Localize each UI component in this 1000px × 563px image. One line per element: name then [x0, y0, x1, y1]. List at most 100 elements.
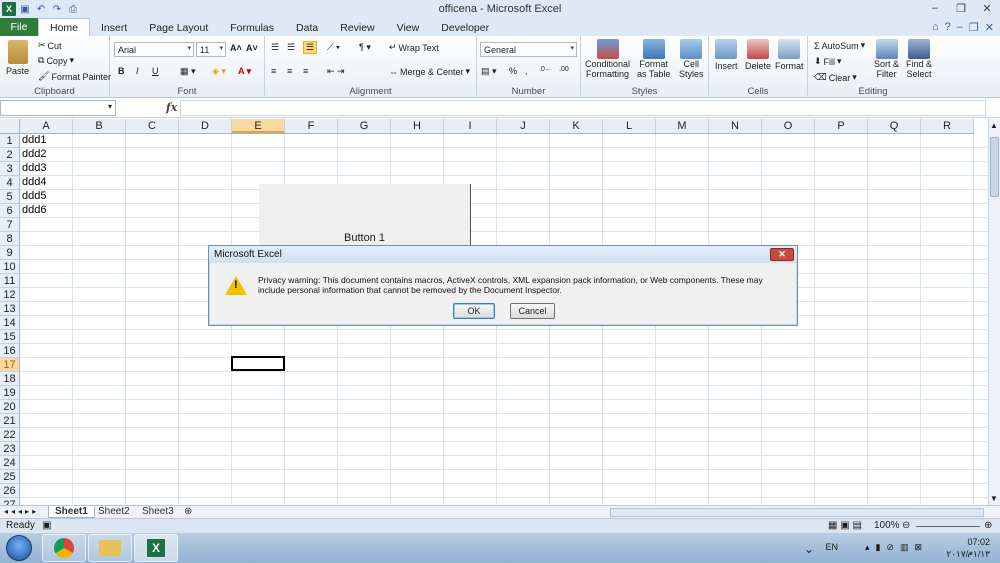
start-button-icon[interactable]: [6, 535, 32, 561]
cancel-button[interactable]: Cancel: [510, 303, 555, 319]
zoom-out-icon[interactable]: ⊖: [902, 519, 910, 533]
insert-cells-button[interactable]: Insert: [715, 39, 738, 71]
tab-formulas[interactable]: Formulas: [219, 19, 285, 36]
doc-minimize-icon[interactable]: –: [957, 21, 963, 33]
insert-sheet-icon[interactable]: ⊕: [178, 506, 198, 518]
column-header[interactable]: N: [709, 119, 762, 133]
language-indicator[interactable]: EN: [825, 542, 838, 552]
column-header[interactable]: B: [73, 119, 126, 133]
minimize-icon[interactable]: –: [922, 0, 948, 16]
font-size-combo[interactable]: 11 ▾: [196, 42, 226, 57]
row-header[interactable]: 22: [0, 428, 20, 442]
fill-color-button[interactable]: ◈ ▾: [212, 66, 226, 77]
bold-button[interactable]: B: [118, 66, 125, 76]
grow-font-button[interactable]: A˄: [230, 43, 242, 53]
column-header[interactable]: A: [20, 119, 73, 133]
row-header[interactable]: 13: [0, 302, 20, 316]
row-header[interactable]: 17: [0, 358, 20, 372]
cell-styles-button[interactable]: Cell Styles: [679, 39, 704, 79]
cell-a4[interactable]: ddd4: [22, 176, 46, 188]
column-header[interactable]: Q: [868, 119, 921, 133]
underline-button[interactable]: U: [152, 66, 159, 76]
clock-date[interactable]: ۲۰۱۷/۰۱/۱۳: [946, 549, 990, 560]
clear-button[interactable]: ⌫ Clear ▾: [814, 72, 857, 83]
row-header[interactable]: 10: [0, 260, 20, 274]
row-header[interactable]: 18: [0, 372, 20, 386]
view-buttons[interactable]: ▦ ▣ ▤: [828, 519, 862, 533]
taskbar-explorer[interactable]: [88, 534, 132, 562]
increase-decimal-button[interactable]: .0←: [539, 66, 552, 73]
cell-a6[interactable]: ddd6: [22, 204, 46, 216]
sheet-nav-arrows-icon[interactable]: ◂◂◂▸▸: [4, 507, 39, 516]
column-header[interactable]: P: [815, 119, 868, 133]
column-header[interactable]: I: [444, 119, 497, 133]
column-header[interactable]: E: [232, 119, 285, 133]
doc-close-icon[interactable]: ✕: [985, 21, 994, 34]
row-header[interactable]: 19: [0, 386, 20, 400]
row-header[interactable]: 20: [0, 400, 20, 414]
row-header[interactable]: 6: [0, 204, 20, 218]
column-header[interactable]: L: [603, 119, 656, 133]
scroll-down-icon[interactable]: ▼: [990, 494, 998, 503]
row-header[interactable]: 8: [0, 232, 20, 246]
row-header[interactable]: 1: [0, 134, 20, 148]
find-select-button[interactable]: Find & Select: [906, 39, 932, 79]
row-header[interactable]: 14: [0, 316, 20, 330]
number-format-combo[interactable]: General ▾: [480, 42, 577, 57]
tab-view[interactable]: View: [386, 19, 431, 36]
column-header[interactable]: K: [550, 119, 603, 133]
tab-page-layout[interactable]: Page Layout: [138, 19, 219, 36]
row-header[interactable]: 23: [0, 442, 20, 456]
column-header[interactable]: R: [921, 119, 974, 133]
copy-button[interactable]: ⧉ Copy ▾: [38, 55, 74, 66]
format-cells-button[interactable]: Format: [775, 39, 804, 71]
conditional-formatting-button[interactable]: Conditional Formatting: [585, 39, 630, 79]
column-header[interactable]: M: [656, 119, 709, 133]
scroll-up-icon[interactable]: ▲: [990, 121, 998, 130]
cell-a2[interactable]: ddd2: [22, 148, 46, 160]
formula-input[interactable]: [180, 100, 986, 116]
column-header[interactable]: J: [497, 119, 550, 133]
insert-function-icon[interactable]: fx: [166, 101, 177, 114]
sheet-tab-sheet3[interactable]: Sheet3: [136, 506, 180, 518]
rtl-button[interactable]: ¶ ▾: [359, 42, 371, 53]
row-header[interactable]: 15: [0, 330, 20, 344]
close-icon[interactable]: ✕: [974, 0, 1000, 16]
merge-center-button[interactable]: ⇔ Merge & Center ▾: [389, 66, 470, 77]
fill-button[interactable]: ⬇ Fill ▾: [814, 56, 842, 67]
vertical-scrollbar[interactable]: ▲ ▼: [988, 119, 1000, 505]
doc-restore-icon[interactable]: ❐: [969, 21, 979, 34]
sort-filter-button[interactable]: Sort & Filter: [874, 39, 899, 79]
align-bottom-button[interactable]: ☰: [303, 41, 318, 54]
row-header[interactable]: 26: [0, 484, 20, 498]
row-header[interactable]: 12: [0, 288, 20, 302]
row-header[interactable]: 5: [0, 190, 20, 204]
row-header[interactable]: 25: [0, 470, 20, 484]
activex-button-1[interactable]: Button 1: [259, 184, 471, 245]
wrap-text-button[interactable]: ↵ Wrap Text: [389, 42, 439, 53]
restore-icon[interactable]: ❐: [948, 0, 974, 16]
zoom-level[interactable]: 100%: [874, 519, 900, 533]
autosum-button[interactable]: Σ AutoSum ▾: [814, 40, 865, 51]
name-box[interactable]: ▾: [0, 100, 116, 116]
indent-button[interactable]: ⇤ ⇥: [327, 66, 345, 77]
tab-data[interactable]: Data: [285, 19, 329, 36]
align-center-button[interactable]: ≡: [287, 66, 292, 76]
font-name-combo[interactable]: Arial ▾: [114, 42, 194, 57]
collapse-ribbon-icon[interactable]: ⌂: [932, 21, 939, 33]
align-top-button[interactable]: ☰: [271, 42, 279, 53]
sheet-tab-sheet1[interactable]: Sheet1: [48, 506, 95, 518]
italic-button[interactable]: I: [136, 66, 139, 76]
tab-insert[interactable]: Insert: [90, 19, 138, 36]
zoom-slider[interactable]: [916, 526, 980, 527]
active-cell-e17[interactable]: [231, 356, 285, 371]
tray-icons[interactable]: ▴▮⊘▥⊠: [865, 542, 928, 553]
comma-button[interactable]: ,: [525, 66, 528, 76]
zoom-in-icon[interactable]: ⊕: [984, 519, 992, 533]
help-icon[interactable]: ?: [945, 21, 951, 33]
row-header[interactable]: 7: [0, 218, 20, 232]
column-header[interactable]: D: [179, 119, 232, 133]
column-header[interactable]: O: [762, 119, 815, 133]
percent-button[interactable]: %: [509, 66, 517, 76]
taskbar-chrome[interactable]: [42, 534, 86, 562]
